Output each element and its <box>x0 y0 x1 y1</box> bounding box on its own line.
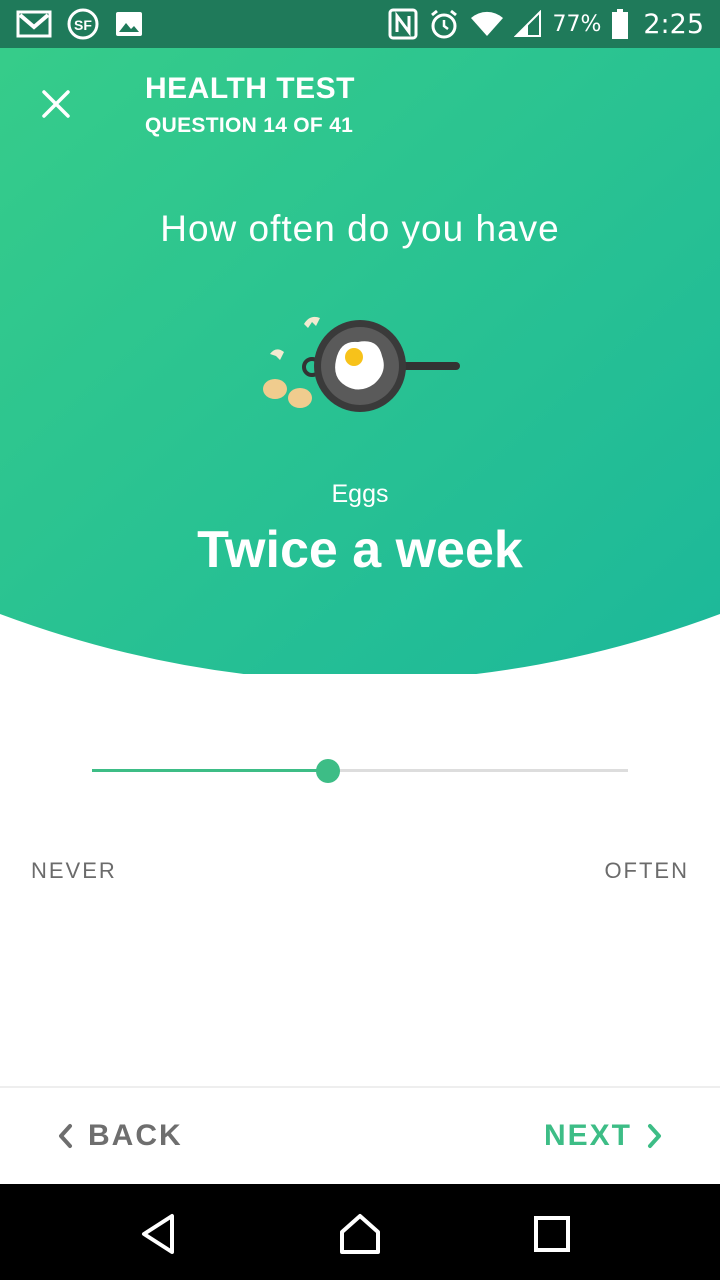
close-button[interactable] <box>36 84 76 124</box>
back-button[interactable]: BACK <box>56 1112 183 1160</box>
scale-max-label: OFTEN <box>604 858 689 883</box>
question-counter: QUESTION 14 OF 41 <box>145 114 354 137</box>
scale-min-label: NEVER <box>31 858 117 883</box>
fried-egg-pan-icon <box>258 310 462 421</box>
answer-value: Twice a week <box>197 521 523 579</box>
question-text: How often do you have <box>160 208 560 249</box>
system-navigation-bar <box>0 1184 720 1280</box>
battery-icon <box>611 8 629 40</box>
gallery-icon <box>114 10 144 38</box>
frequency-slider[interactable] <box>92 756 628 786</box>
slider-fill <box>92 769 328 772</box>
test-title: HEALTH TEST <box>145 72 355 105</box>
nfc-icon <box>388 8 418 40</box>
chevron-right-icon <box>648 1124 661 1148</box>
home-icon[interactable] <box>338 1212 382 1256</box>
slider-thumb[interactable] <box>315 759 340 783</box>
footer-divider <box>0 1086 720 1088</box>
wifi-icon <box>470 10 504 38</box>
back-triangle-icon[interactable] <box>138 1212 182 1256</box>
question-header: HEALTH TEST QUESTION 14 OF 41 How often … <box>0 48 720 674</box>
recents-square-icon[interactable] <box>530 1212 574 1256</box>
status-bar: SF 77% 2:25 <box>0 0 720 48</box>
food-label: Eggs <box>331 480 389 508</box>
battery-percent: 77% <box>552 11 602 37</box>
gmail-icon <box>16 9 52 39</box>
back-label: BACK <box>88 1119 183 1152</box>
svg-text:SF: SF <box>74 17 92 33</box>
signal-icon <box>514 10 542 38</box>
alarm-icon <box>428 8 460 40</box>
chevron-left-icon <box>59 1124 72 1148</box>
next-label: NEXT <box>543 1119 632 1152</box>
clock: 2:25 <box>643 8 704 40</box>
sf-app-icon: SF <box>66 7 100 41</box>
close-icon <box>42 90 70 118</box>
next-button[interactable]: NEXT <box>544 1112 664 1160</box>
